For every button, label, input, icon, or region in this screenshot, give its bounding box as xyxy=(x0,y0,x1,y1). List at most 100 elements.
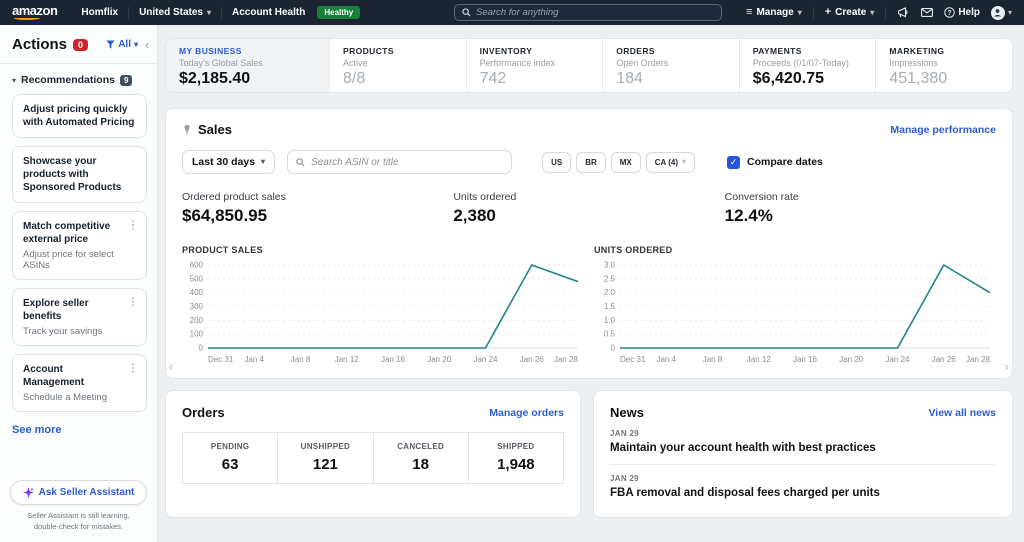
kpi-label: ORDERS xyxy=(616,46,726,56)
actions-count-badge: 0 xyxy=(73,39,88,51)
marketplace-ca-label: CA (4) xyxy=(655,158,678,167)
actions-header: Actions 0 All ▾ ‹ xyxy=(0,25,157,61)
kpi-inventory[interactable]: INVENTORY Performance index 742 xyxy=(466,39,603,92)
recommendations-section-toggle[interactable]: ▾ Recommendations 9 xyxy=(0,64,157,94)
kpi-sublabel: Proceeds (01/07-Today) xyxy=(753,58,863,68)
recommendation-card[interactable]: Showcase your products with Sponsored Pr… xyxy=(12,146,147,203)
recommendation-card[interactable]: Explore seller benefits Track your savin… xyxy=(12,288,147,346)
recommendation-card[interactable]: Match competitive external price Adjust … xyxy=(12,211,147,280)
actions-filter[interactable]: All ▾ xyxy=(106,39,138,50)
view-all-news-link[interactable]: View all news xyxy=(928,407,996,419)
kpi-sublabel: Active xyxy=(343,58,453,68)
kpi-strip: MY BUSINESS Today's Global Sales $2,185.… xyxy=(165,38,1013,93)
news-title: News xyxy=(610,405,644,420)
marketplace-switcher[interactable]: United States ▾ xyxy=(139,7,211,18)
kpi-sublabel: Impressions xyxy=(889,58,999,68)
health-status-badge[interactable]: Healthy xyxy=(317,6,360,19)
asin-search-input[interactable] xyxy=(311,157,503,168)
svg-text:0.5: 0.5 xyxy=(604,330,616,339)
sales-metrics: Ordered product sales $64,850.95 Units o… xyxy=(182,191,996,226)
see-more-link[interactable]: See more xyxy=(12,424,145,436)
envelope-icon xyxy=(921,8,933,17)
kpi-payments[interactable]: PAYMENTS Proceeds (01/07-Today) $6,420.7… xyxy=(739,39,876,92)
kpi-label: MY BUSINESS xyxy=(179,46,316,56)
sparkle-icon xyxy=(23,487,34,498)
kpi-value: 184 xyxy=(616,70,726,88)
orders-title: Orders xyxy=(182,405,225,420)
kpi-orders[interactable]: ORDERS Open Orders 184 xyxy=(602,39,739,92)
messages-button[interactable] xyxy=(921,8,933,17)
recommendation-card[interactable]: Account Management Schedule a Meeting ⋮ xyxy=(12,354,147,412)
manage-orders-link[interactable]: Manage orders xyxy=(489,407,564,419)
kebab-menu-icon[interactable]: ⋮ xyxy=(128,363,138,403)
amazon-logo[interactable]: amazon xyxy=(12,5,57,20)
news-item-title: FBA removal and disposal fees charged pe… xyxy=(610,487,996,499)
stat-label: CANCELED xyxy=(374,442,468,451)
svg-text:Jan 26: Jan 26 xyxy=(520,355,545,364)
ask-seller-assistant-button[interactable]: Ask Seller Assistant xyxy=(10,480,147,505)
kpi-value: 8/8 xyxy=(343,70,453,88)
marketplace-ca-dropdown[interactable]: CA (4) ▾ xyxy=(646,152,695,173)
orders-stat-unshipped[interactable]: UNSHIPPED 121 xyxy=(277,433,372,483)
amazon-logo-text: amazon xyxy=(12,5,57,16)
kebab-menu-icon[interactable]: ⋮ xyxy=(128,220,138,271)
orders-stat-canceled[interactable]: CANCELED 18 xyxy=(373,433,468,483)
svg-text:Jan 4: Jan 4 xyxy=(656,355,676,364)
svg-text:1.5: 1.5 xyxy=(604,302,616,311)
kpi-sublabel: Today's Global Sales xyxy=(179,58,316,68)
nav-divider xyxy=(813,7,814,19)
account-health-link[interactable]: Account Health xyxy=(232,7,305,18)
help-label: Help xyxy=(958,7,980,18)
compare-dates-toggle[interactable]: ✓ Compare dates xyxy=(727,156,823,169)
store-name[interactable]: Homflix xyxy=(81,7,118,18)
chevron-right-icon[interactable]: › xyxy=(1005,359,1009,374)
recommendations-label: Recommendations xyxy=(21,74,115,86)
search-input[interactable] xyxy=(476,7,714,18)
stat-value: 18 xyxy=(374,456,468,473)
manage-menu[interactable]: ≡ Manage ▾ xyxy=(746,7,802,18)
metric-value: 12.4% xyxy=(725,206,996,226)
date-range-dropdown[interactable]: Last 30 days ▾ xyxy=(182,150,275,174)
chevron-left-icon[interactable]: ‹ xyxy=(169,359,173,374)
svg-text:Jan 28: Jan 28 xyxy=(554,355,579,364)
marketplace-us-button[interactable]: US xyxy=(542,152,571,173)
orders-stat-pending[interactable]: PENDING 63 xyxy=(183,433,277,483)
sidebar-collapse-button[interactable]: ‹ xyxy=(145,38,149,52)
main-content: MY BUSINESS Today's Global Sales $2,185.… xyxy=(158,25,1024,542)
svg-text:?: ? xyxy=(948,10,952,17)
global-search[interactable] xyxy=(454,4,722,21)
recommendation-card[interactable]: Adjust pricing quickly with Automated Pr… xyxy=(12,94,147,138)
filter-icon xyxy=(106,40,115,49)
orders-stat-shipped[interactable]: SHIPPED 1,948 xyxy=(468,433,563,483)
chart-title: UNITS ORDERED xyxy=(594,245,996,255)
manage-performance-link[interactable]: Manage performance xyxy=(890,124,996,136)
marketplace-br-button[interactable]: BR xyxy=(576,152,606,173)
kpi-my-business[interactable]: MY BUSINESS Today's Global Sales $2,185.… xyxy=(166,39,329,92)
caret-down-icon: ▾ xyxy=(261,158,265,166)
kpi-products[interactable]: PRODUCTS Active 8/8 xyxy=(329,39,466,92)
kpi-label: PAYMENTS xyxy=(753,46,863,56)
compare-dates-checkbox[interactable]: ✓ xyxy=(727,156,740,169)
top-navbar: amazon Homflix United States ▾ Account H… xyxy=(0,0,1024,25)
manage-label: Manage xyxy=(756,7,793,18)
kpi-value: $6,420.75 xyxy=(753,70,863,88)
kpi-label: MARKETING xyxy=(889,46,999,56)
news-item[interactable]: JAN 29 FBA removal and disposal fees cha… xyxy=(610,465,996,509)
pin-icon[interactable] xyxy=(182,124,192,135)
news-item[interactable]: JAN 29 Maintain your account health with… xyxy=(610,420,996,465)
announcements-button[interactable] xyxy=(897,7,910,18)
metric-value: 2,380 xyxy=(453,206,724,226)
kpi-marketing[interactable]: MARKETING Impressions 451,380 xyxy=(875,39,1012,92)
help-menu[interactable]: ? Help xyxy=(944,7,980,18)
sales-filters: Last 30 days ▾ US BR MX CA (4) xyxy=(182,150,996,174)
actions-sidebar: Actions 0 All ▾ ‹ ▾ Recommendations 9 Ad… xyxy=(0,25,158,542)
asin-search[interactable] xyxy=(287,150,512,174)
kebab-menu-icon[interactable]: ⋮ xyxy=(128,297,138,337)
create-menu[interactable]: + Create ▾ xyxy=(825,7,875,18)
svg-text:Jan 12: Jan 12 xyxy=(747,355,772,364)
marketplace-mx-button[interactable]: MX xyxy=(611,152,641,173)
account-menu[interactable]: ▾ xyxy=(991,6,1012,20)
nav-right-group: ≡ Manage ▾ + Create ▾ ? xyxy=(746,6,1012,20)
stat-label: UNSHIPPED xyxy=(278,442,372,451)
svg-text:Jan 24: Jan 24 xyxy=(473,355,498,364)
